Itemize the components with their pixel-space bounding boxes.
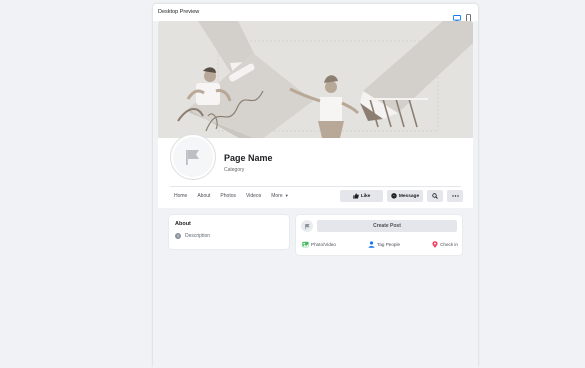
avatar-placeholder <box>173 137 213 177</box>
info-icon: i <box>175 233 181 239</box>
about-description: Description <box>185 233 211 239</box>
like-button[interactable]: Like <box>340 190 383 202</box>
preview-panel: Desktop Preview Page Name Category Home … <box>153 4 478 368</box>
more-options-button[interactable] <box>447 190 463 202</box>
page-actions: Like Message <box>340 190 463 202</box>
check-in-button[interactable]: Check in <box>432 241 458 248</box>
composer-actions: Photo/Video Tag People Check in <box>302 241 458 248</box>
tag-people-icon <box>368 241 375 248</box>
cover-illustration <box>158 21 473 138</box>
tab-about[interactable]: About <box>197 193 210 199</box>
search-icon <box>432 193 438 199</box>
preview-title: Desktop Preview <box>158 9 200 15</box>
tag-people-label: Tag People <box>377 242 401 247</box>
location-pin-icon <box>432 241 438 248</box>
like-label: Like <box>360 193 371 199</box>
composer-avatar <box>301 220 313 232</box>
caret-down-icon: ▼ <box>283 193 289 198</box>
tab-more[interactable]: More ▼ <box>271 193 288 199</box>
photo-icon <box>302 241 309 248</box>
message-label: Message <box>398 193 420 199</box>
create-post-button[interactable]: Create Post <box>317 220 457 232</box>
photo-video-label: Photo/Video <box>311 242 336 247</box>
tab-videos[interactable]: Videos <box>246 193 261 199</box>
about-title: About <box>175 221 191 227</box>
tab-home[interactable]: Home <box>174 193 187 199</box>
tag-people-button[interactable]: Tag People <box>368 241 400 248</box>
tab-photos[interactable]: Photos <box>220 193 236 199</box>
check-in-label: Check in <box>440 242 458 247</box>
tab-more-label: More <box>271 193 283 199</box>
flag-icon <box>304 223 310 229</box>
search-button[interactable] <box>427 190 443 202</box>
ellipsis-icon <box>451 195 459 197</box>
flag-icon <box>186 150 199 165</box>
page-preview: Page Name Category Home About Photos Vid… <box>153 21 478 368</box>
about-card: About i Description <box>169 215 289 249</box>
preview-header: Desktop Preview <box>153 4 478 22</box>
messenger-icon <box>391 193 397 199</box>
about-description-row: i Description <box>175 233 210 239</box>
page-tabs: Home About Photos Videos More ▼ <box>174 193 299 199</box>
nav-divider <box>170 186 461 187</box>
cover-photo[interactable] <box>158 21 473 138</box>
thumbs-up-icon <box>352 193 359 199</box>
profile-header: Page Name Category Home About Photos Vid… <box>158 134 473 208</box>
message-button[interactable]: Message <box>387 190 423 202</box>
composer-card: Create Post Photo/Video Tag People Check… <box>296 215 462 255</box>
page-category: Category <box>224 167 245 173</box>
page-name: Page Name <box>224 153 273 163</box>
page-avatar[interactable] <box>170 134 216 180</box>
photo-video-button[interactable]: Photo/Video <box>302 241 336 248</box>
